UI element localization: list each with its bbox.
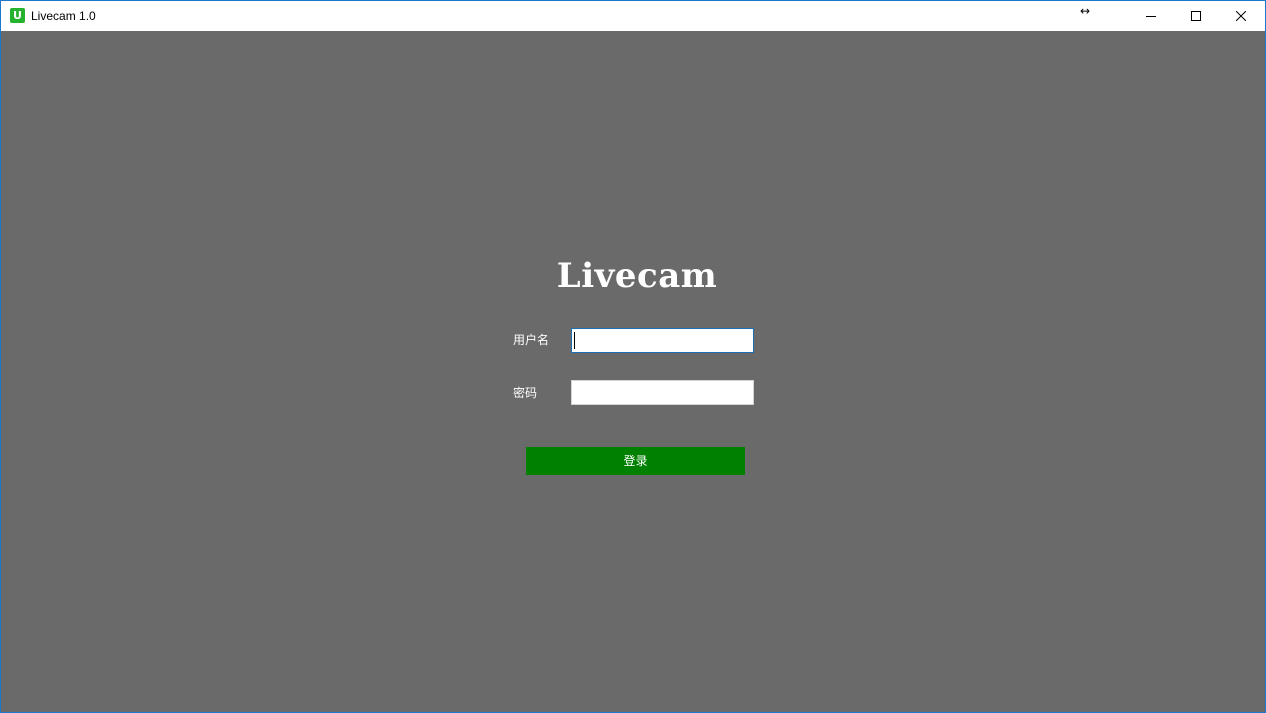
title-bar[interactable]: U Livecam 1.0 ↔ (1, 1, 1265, 31)
password-label: 密码 (513, 386, 538, 400)
app-logo-icon: U (10, 8, 25, 23)
window-title: Livecam 1.0 (31, 9, 96, 23)
maximize-button[interactable] (1174, 1, 1219, 31)
minimize-button[interactable] (1129, 1, 1174, 31)
username-input[interactable] (571, 328, 754, 353)
maximize-icon (1191, 11, 1201, 21)
text-caret (574, 332, 575, 349)
resize-horizontal-icon: ↔ (1079, 4, 1091, 18)
username-label: 用户名 (513, 333, 550, 347)
app-logo-text: Livecam (556, 256, 718, 296)
app-window: U Livecam 1.0 ↔ (0, 0, 1266, 713)
minimize-icon (1146, 16, 1156, 17)
close-icon (1236, 11, 1246, 21)
close-button[interactable] (1219, 1, 1264, 31)
password-input[interactable] (571, 380, 754, 405)
login-button[interactable]: 登录 (526, 447, 745, 475)
